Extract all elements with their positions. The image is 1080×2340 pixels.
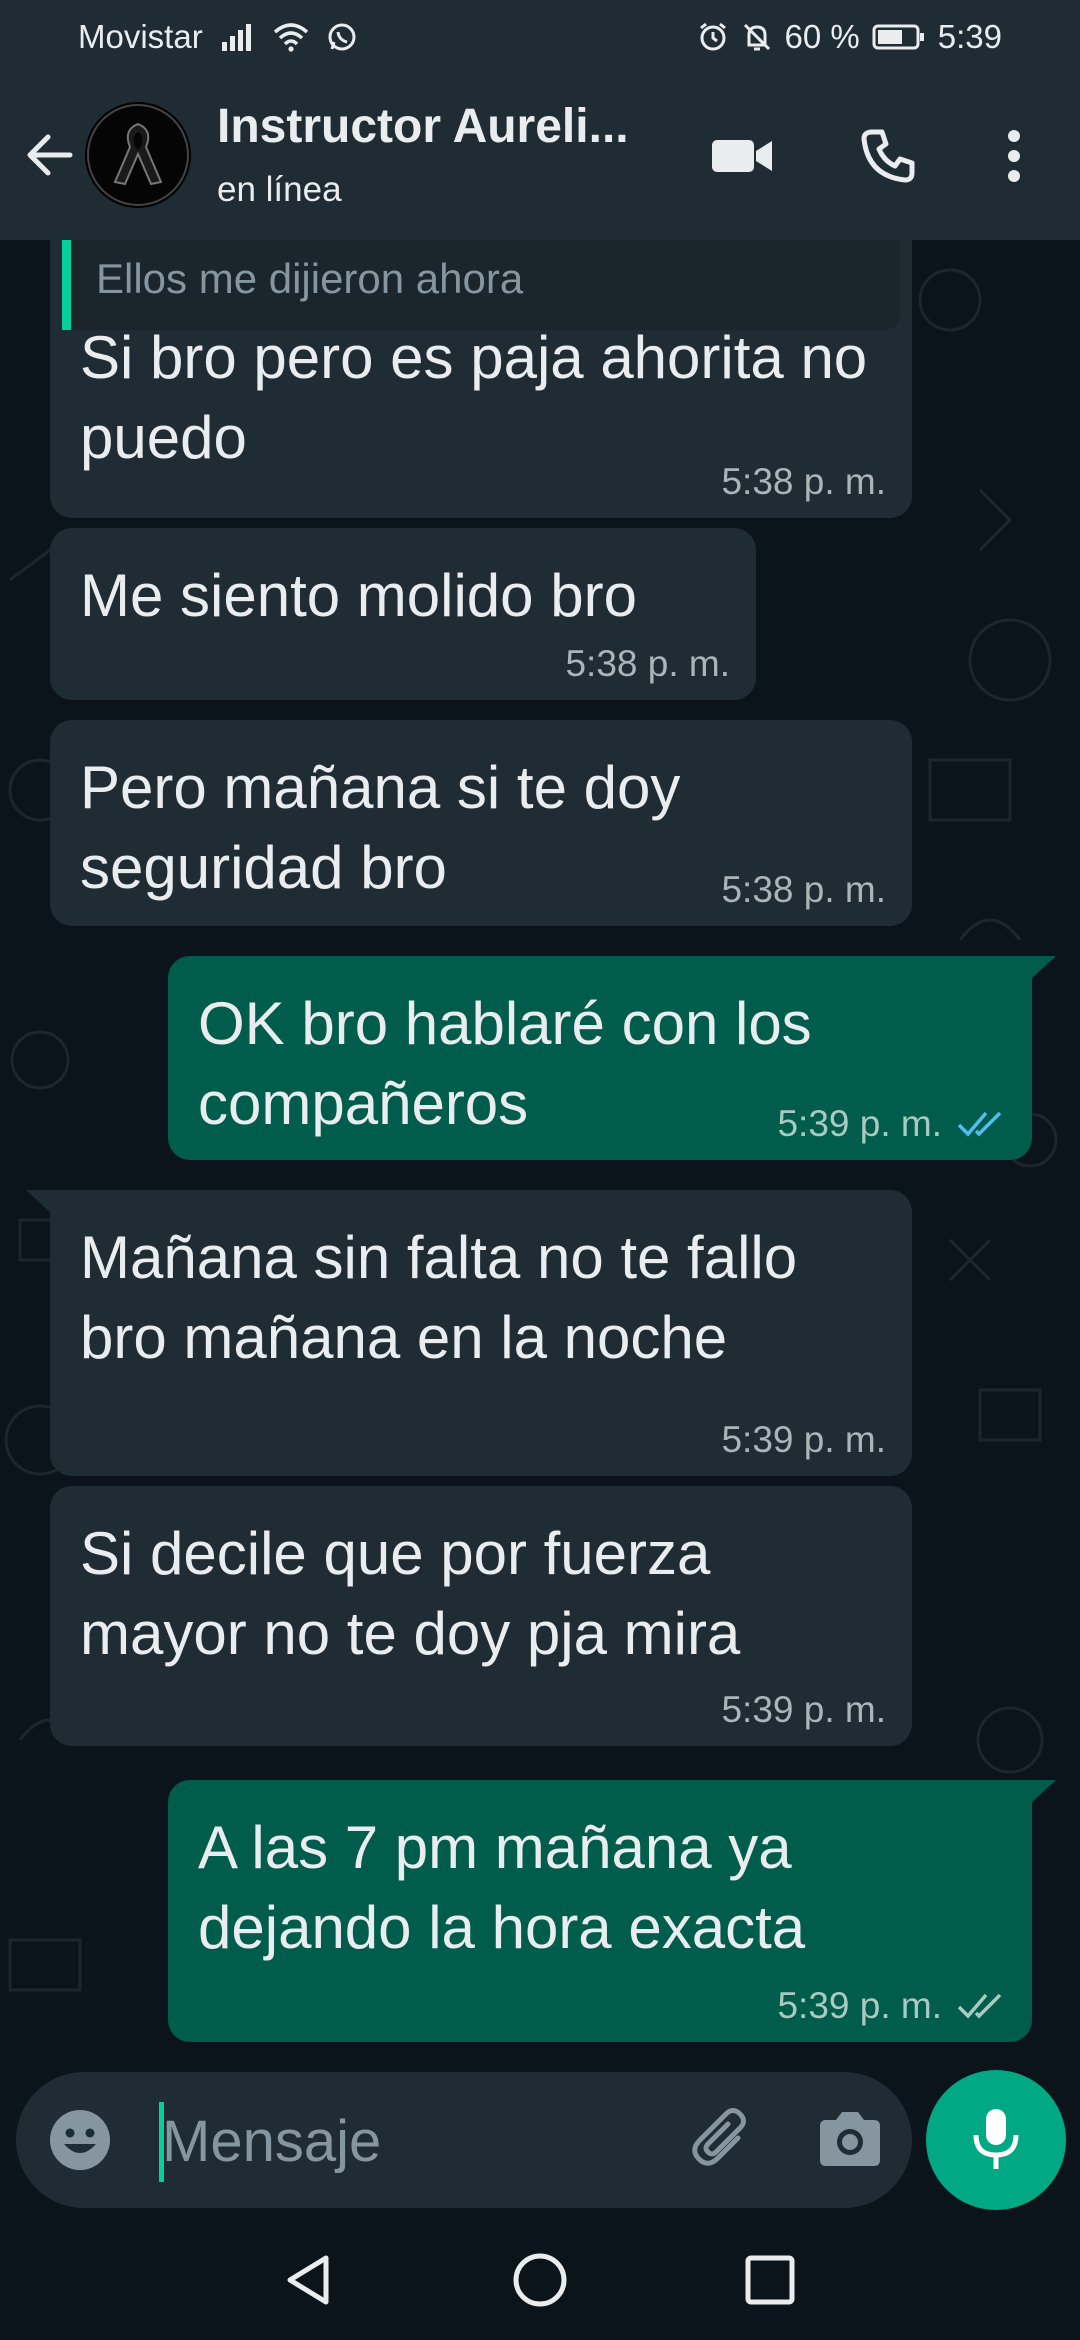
message-bubble-incoming[interactable]: Me siento molido bro 5:38 p. m. (50, 528, 756, 700)
contact-status: en línea (217, 170, 342, 209)
message-meta: 5:39 p. m. (777, 1984, 1006, 2028)
video-call-button[interactable] (706, 120, 778, 192)
carrier-label: Movistar (78, 18, 203, 55)
avatar[interactable] (85, 102, 191, 208)
delivered-double-check-icon (957, 1993, 1002, 2019)
contact-name[interactable]: Instructor Aureli... (217, 99, 657, 154)
message-composer (16, 2072, 912, 2208)
back-arrow-icon (27, 134, 73, 176)
message-text: Si bro pero es paja ahorita no puedo (80, 324, 868, 471)
video-call-icon (712, 140, 772, 172)
quoted-text: Ellos me dijieron ahora (96, 255, 524, 302)
signal-icon (221, 22, 255, 52)
quote-accent-bar (62, 240, 71, 330)
read-double-check-icon (957, 1111, 1002, 1137)
mourning-ribbon-icon (87, 104, 189, 206)
message-meta: 5:38 p. m. (565, 642, 730, 686)
emoji-button[interactable] (46, 2106, 114, 2174)
status-bar: Movistar 60 % 5:39 (0, 0, 1080, 75)
back-button[interactable] (20, 125, 80, 185)
message-time: 5:39 p. m. (721, 1419, 886, 1460)
battery-icon (872, 23, 926, 51)
message-meta: 5:38 p. m. (721, 868, 886, 912)
nav-back-icon (287, 2255, 329, 2305)
nav-recents-icon (745, 2255, 795, 2305)
system-navigation-bar (0, 2220, 1080, 2340)
quoted-message[interactable]: Ellos me dijieron ahora (62, 240, 900, 330)
message-bubble-outgoing[interactable]: A las 7 pm mañana ya dejando la hora exa… (168, 1780, 1032, 2042)
message-bubble-incoming[interactable]: Ellos me dijieron ahora Si bro pero es p… (50, 240, 912, 518)
message-bubble-incoming[interactable]: Si decile que por fuerza mayor no te doy… (50, 1486, 912, 1746)
wifi-icon (273, 22, 309, 52)
message-time: 5:38 p. m. (721, 869, 886, 910)
nav-recents-button[interactable] (738, 2248, 802, 2312)
message-bubble-incoming[interactable]: Mañana sin falta no te fallo bro mañana … (50, 1190, 912, 1476)
message-meta: 5:39 p. m. (721, 1418, 886, 1462)
voice-call-button[interactable] (852, 120, 924, 192)
whatsapp-chat-screen: Movistar 60 % 5:39 Instructor Aureli... … (0, 0, 1080, 2340)
status-time: 5:39 (937, 18, 1002, 55)
message-meta: 5:39 p. m. (721, 1688, 886, 1732)
message-text: Mañana sin falta no te fallo bro mañana … (80, 1224, 798, 1371)
emoji-icon (50, 2110, 110, 2170)
message-time: 5:38 p. m. (721, 461, 886, 502)
more-options-icon (1008, 130, 1020, 182)
message-time: 5:39 p. m. (721, 1689, 886, 1730)
message-time: 5:39 p. m. (777, 1985, 942, 2026)
message-text: Si decile que por fuerza mayor no te doy… (80, 1520, 741, 1667)
message-meta: 5:39 p. m. (777, 1102, 1006, 1146)
whatsapp-icon (327, 22, 357, 52)
chat-area[interactable]: Ellos me dijieron ahora Si bro pero es p… (0, 240, 1080, 2070)
message-time: 5:39 p. m. (777, 1103, 942, 1144)
message-meta: 5:38 p. m. (721, 460, 886, 504)
message-bubble-outgoing[interactable]: OK bro hablaré con los compañeros 5:39 p… (168, 956, 1032, 1160)
camera-button[interactable] (812, 2102, 888, 2178)
nav-back-button[interactable] (276, 2248, 340, 2312)
message-input[interactable] (144, 2092, 684, 2190)
bubble-tail-outgoing (1030, 956, 1056, 980)
alarm-icon (697, 21, 729, 53)
bubble-tail-incoming (26, 1190, 52, 1214)
message-time: 5:38 p. m. (565, 643, 730, 684)
microphone-icon (973, 2109, 1019, 2169)
nav-home-icon (513, 2253, 567, 2307)
more-options-button[interactable] (978, 120, 1050, 192)
message-text: Me siento molido bro (80, 562, 637, 629)
phone-icon (861, 129, 915, 183)
status-bar-left: Movistar (78, 18, 357, 56)
paperclip-icon (692, 2108, 746, 2166)
message-bubble-incoming[interactable]: Pero mañana si te doy seguridad bro 5:38… (50, 720, 912, 926)
camera-icon (820, 2112, 880, 2166)
nav-home-button[interactable] (508, 2248, 572, 2312)
status-bar-right: 60 % 5:39 (697, 18, 1002, 56)
message-text: A las 7 pm mañana ya dejando la hora exa… (198, 1814, 806, 1961)
chat-header: Instructor Aureli... en línea (0, 75, 1080, 240)
battery-percent: 60 % (784, 18, 860, 55)
voice-record-button[interactable] (926, 2070, 1066, 2210)
attach-button[interactable] (686, 2102, 762, 2178)
mute-icon (741, 21, 773, 53)
bubble-tail-outgoing (1030, 1780, 1056, 1804)
